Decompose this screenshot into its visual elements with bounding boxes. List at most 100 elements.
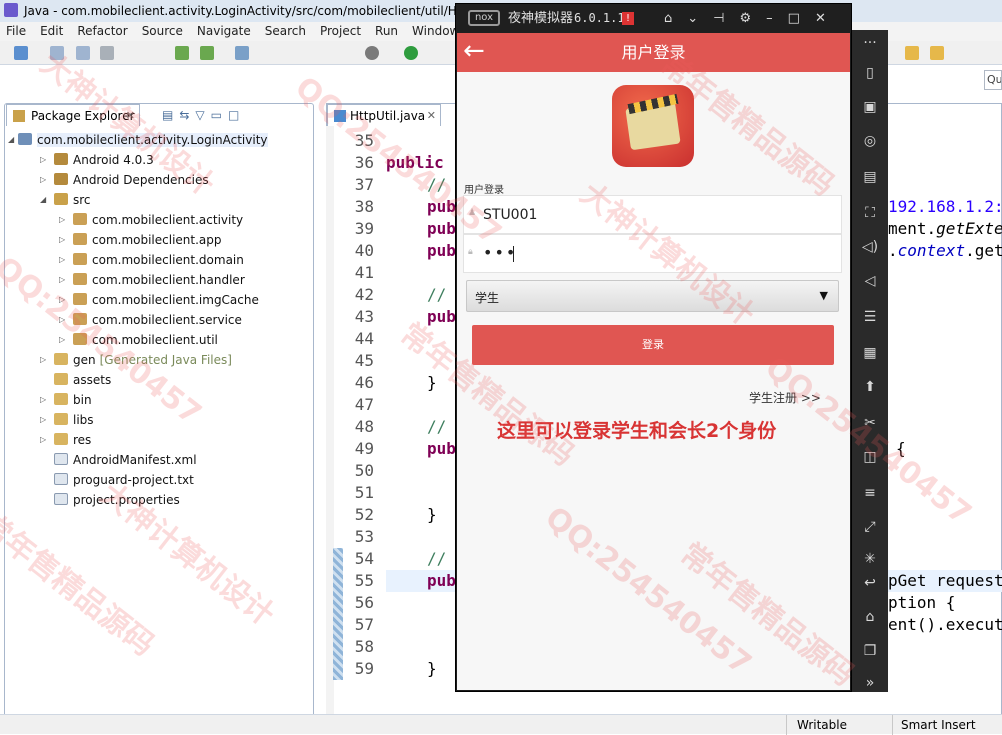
close-tab-icon[interactable]: ✕: [427, 105, 436, 127]
view-menu-icon[interactable]: ▽: [195, 108, 210, 122]
tree-item[interactable]: ▷ res: [40, 430, 91, 450]
expand-arrow-icon[interactable]: ▷: [59, 250, 65, 270]
print-icon[interactable]: [100, 46, 114, 60]
tree-item[interactable]: ▷ Android 4.0.3: [40, 150, 154, 170]
tree-item[interactable]: ▷ bin: [40, 390, 92, 410]
avd-manager-icon[interactable]: [200, 46, 214, 60]
username-field[interactable]: ♟ STU001: [463, 195, 842, 234]
expand-arrow-icon[interactable]: ▷: [59, 330, 65, 350]
expand-arrow-icon[interactable]: ▷: [40, 150, 46, 170]
volume-down-icon[interactable]: ◁: [860, 272, 880, 290]
menu-window[interactable]: Window: [412, 24, 459, 38]
maximize-icon[interactable]: □: [228, 108, 245, 122]
tree-item[interactable]: ▷ gen [Generated Java Files]: [40, 350, 232, 370]
keyboard-icon[interactable]: ▤: [860, 168, 880, 186]
debug-icon[interactable]: [365, 46, 379, 60]
tree-item[interactable]: ▷ Android Dependencies: [40, 170, 209, 190]
link-editor-icon[interactable]: ⇆: [179, 108, 195, 122]
minimize-icon[interactable]: ▭: [211, 108, 228, 122]
tree-item[interactable]: assets: [54, 370, 111, 390]
close-tab-icon[interactable]: ✕: [126, 105, 135, 127]
run-icon[interactable]: [404, 46, 418, 60]
fullscreen-icon[interactable]: ⛶: [860, 204, 880, 222]
close-icon[interactable]: ✕: [815, 11, 841, 26]
tree-item[interactable]: ▷ com.mobileclient.domain: [59, 250, 244, 270]
new-icon[interactable]: [14, 46, 28, 60]
tree-item[interactable]: ▷ com.mobileclient.service: [59, 310, 242, 330]
expand-arrow-icon[interactable]: ▷: [40, 350, 46, 370]
collapse-arrow-icon[interactable]: ◢: [40, 190, 46, 210]
home-icon[interactable]: ⌂: [664, 11, 687, 26]
expand-arrow-icon[interactable]: ▷: [59, 290, 65, 310]
expand-arrow-icon[interactable]: ▷: [59, 210, 65, 230]
menu-edit[interactable]: Edit: [40, 24, 63, 38]
role-select[interactable]: 学生 ▼: [466, 280, 839, 312]
expand-icon[interactable]: »: [860, 674, 880, 692]
menu-icon[interactable]: ≡: [860, 484, 880, 502]
save-all-icon[interactable]: [76, 46, 90, 60]
expand-arrow-icon[interactable]: ▷: [40, 170, 46, 190]
menu-search[interactable]: Search: [265, 24, 306, 38]
settings-icon[interactable]: ⚙: [740, 11, 767, 26]
checklist-icon[interactable]: [235, 46, 249, 60]
tree-item[interactable]: project.properties: [54, 490, 180, 510]
tree-item[interactable]: AndroidManifest.xml: [54, 450, 197, 470]
expand-arrow-icon[interactable]: ▷: [59, 230, 65, 250]
menu-source[interactable]: Source: [142, 24, 183, 38]
expand-arrow-icon[interactable]: ▷: [40, 410, 46, 430]
code-brace: }: [427, 505, 437, 524]
collapse-all-icon[interactable]: ▤: [162, 108, 179, 122]
tab-package-explorer[interactable]: Package Explorer ✕: [6, 104, 140, 126]
scissors-icon[interactable]: ✂: [860, 414, 880, 432]
dropdown-icon[interactable]: ⌄: [687, 11, 713, 26]
code-fragment: ent().execut: [888, 615, 1002, 634]
save-icon[interactable]: [50, 46, 64, 60]
back-nav-icon[interactable]: [905, 46, 919, 60]
forward-nav-icon[interactable]: [930, 46, 944, 60]
tree-item[interactable]: ▷ com.mobileclient.util: [59, 330, 218, 350]
maximize-icon[interactable]: □: [788, 11, 815, 26]
tree-item[interactable]: ◢ src: [40, 190, 91, 210]
volume-up-icon[interactable]: ◁): [860, 238, 880, 256]
resize-icon[interactable]: ⤢: [860, 518, 880, 536]
tree-project[interactable]: ◢ com.mobileclient.activity.LoginActivity: [8, 130, 268, 150]
menu-refactor[interactable]: Refactor: [77, 24, 127, 38]
register-link[interactable]: 学生注册 >>: [749, 389, 821, 406]
expand-arrow-icon[interactable]: ▷: [40, 430, 46, 450]
quick-access-field[interactable]: Qu: [984, 70, 1002, 90]
shake-icon[interactable]: ▯: [860, 64, 880, 82]
screenshot-icon[interactable]: ▦: [860, 344, 880, 362]
menu-run[interactable]: Run: [375, 24, 398, 38]
robot-icon[interactable]: ▣: [860, 98, 880, 116]
line-number: 43: [354, 307, 374, 326]
window-icon[interactable]: ◫: [860, 448, 880, 466]
expand-arrow-icon[interactable]: ▷: [59, 310, 65, 330]
multi-instance-icon[interactable]: ☰: [860, 308, 880, 326]
minimize-icon[interactable]: –: [766, 11, 788, 26]
android-home-icon[interactable]: ⌂: [860, 608, 880, 626]
menu-project[interactable]: Project: [320, 24, 361, 38]
collapse-arrow-icon[interactable]: ◢: [8, 130, 14, 150]
more-icon[interactable]: ···: [860, 34, 880, 52]
update-badge[interactable]: !: [622, 12, 634, 25]
tree-item[interactable]: ▷ com.mobileclient.handler: [59, 270, 245, 290]
tree-item[interactable]: proguard-project.txt: [54, 470, 194, 490]
menu-file[interactable]: File: [6, 24, 26, 38]
tab-httputil-java[interactable]: HttpUtil.java ✕: [327, 104, 441, 126]
tree-item[interactable]: ▷ com.mobileclient.app: [59, 230, 222, 250]
menu-navigate[interactable]: Navigate: [197, 24, 251, 38]
android-sdk-icon[interactable]: [175, 46, 189, 60]
back-icon[interactable]: ↩: [860, 574, 880, 592]
login-button[interactable]: 登录: [472, 325, 834, 365]
location-icon[interactable]: ◎: [860, 132, 880, 150]
apk-install-icon[interactable]: ⬆: [860, 378, 880, 396]
tree-item[interactable]: ▷ libs: [40, 410, 94, 430]
loading-icon[interactable]: ✳: [860, 550, 880, 568]
tree-item[interactable]: ▷ com.mobileclient.activity: [59, 210, 243, 230]
expand-arrow-icon[interactable]: ▷: [59, 270, 65, 290]
pin-icon[interactable]: ⊣: [713, 11, 739, 26]
password-field[interactable]: 🔒︎ •••: [463, 234, 842, 273]
expand-arrow-icon[interactable]: ▷: [40, 390, 46, 410]
tree-item[interactable]: ▷ com.mobileclient.imgCache: [59, 290, 259, 310]
recent-apps-icon[interactable]: ❐: [860, 642, 880, 660]
